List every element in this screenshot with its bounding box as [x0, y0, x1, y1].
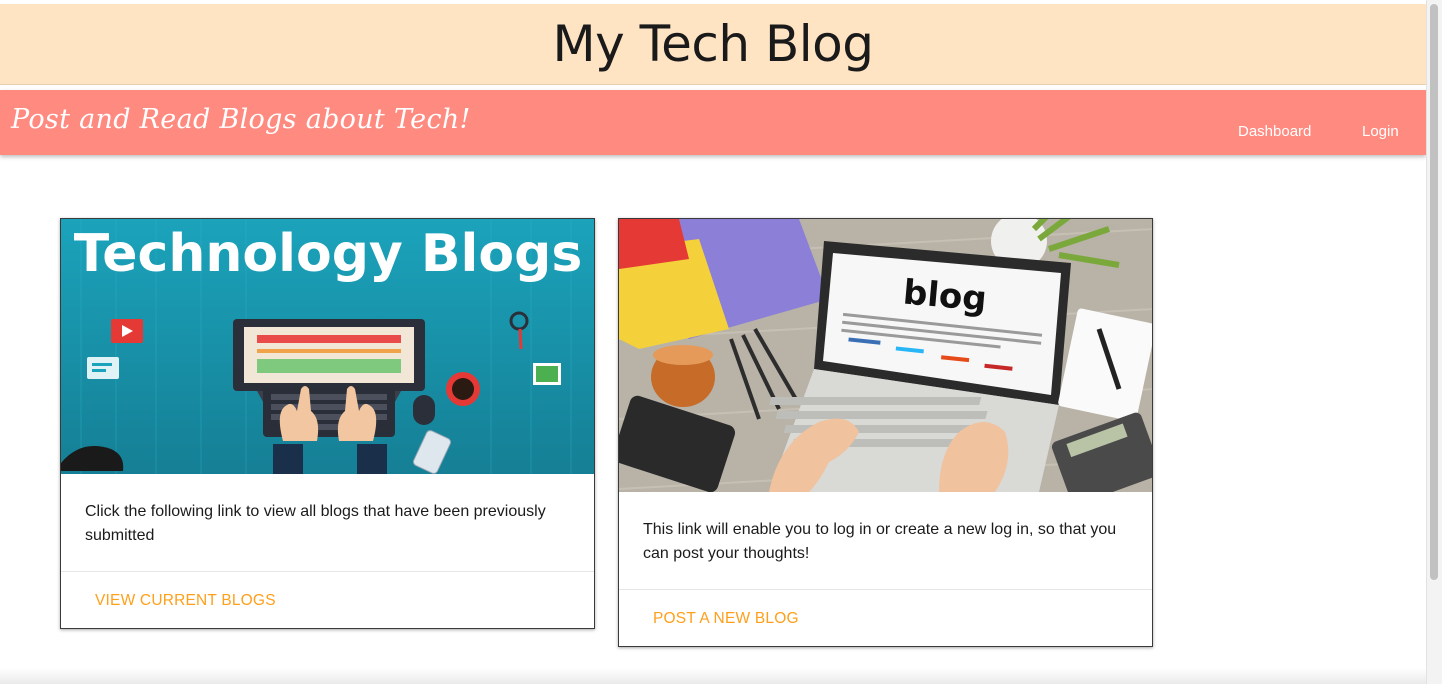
- page-bottom-shadow: [0, 668, 1426, 684]
- card-content: Click the following link to view all blo…: [61, 474, 594, 572]
- laptop-blog-image: blog: [619, 219, 1152, 492]
- scrollbar-thumb[interactable]: [1430, 4, 1438, 580]
- navbar-tagline: Post and Read Blogs about Tech!: [11, 104, 471, 135]
- post-blog-card: blog This link will enable you to log in…: [618, 218, 1153, 647]
- nav-login-link[interactable]: Login: [1362, 123, 1399, 140]
- image-heading-text: Technology Blogs: [74, 224, 583, 284]
- view-blogs-card: Technology Blogs Click the following lin…: [60, 218, 595, 629]
- card-action: POST A NEW BLOG: [619, 590, 1152, 646]
- card-action: VIEW CURRENT BLOGS: [61, 572, 594, 628]
- page-title: My Tech Blog: [552, 15, 874, 73]
- card-description: This link will enable you to log in or c…: [643, 521, 1117, 562]
- site-header: My Tech Blog: [0, 4, 1426, 85]
- view-current-blogs-link[interactable]: VIEW CURRENT BLOGS: [95, 592, 276, 610]
- post-new-blog-link[interactable]: POST A NEW BLOG: [653, 610, 799, 628]
- laptop-screen-text: blog: [902, 272, 989, 319]
- technology-blogs-image: Technology Blogs: [61, 219, 594, 474]
- nav-dashboard-link[interactable]: Dashboard: [1238, 123, 1311, 140]
- card-content: This link will enable you to log in or c…: [619, 492, 1152, 590]
- navbar: Post and Read Blogs about Tech! Dashboar…: [0, 90, 1426, 155]
- card-description: Click the following link to view all blo…: [85, 503, 546, 544]
